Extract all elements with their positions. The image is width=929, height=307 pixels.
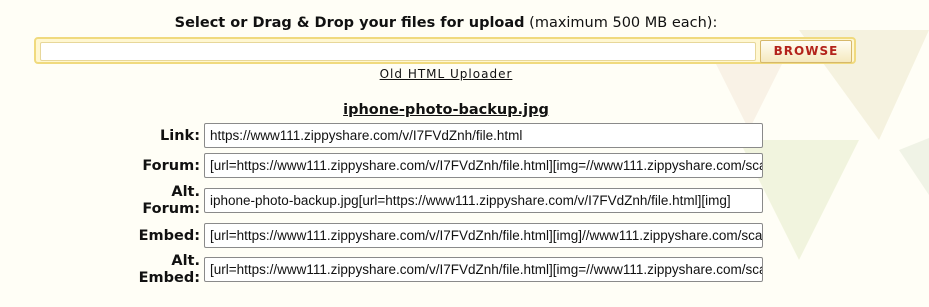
alt-forum-label: Alt. Forum:	[0, 184, 200, 218]
link-field[interactable]: https://www111.zippyshare.com/v/I7FVdZnh…	[204, 123, 763, 148]
upload-heading-bold: Select or Drag & Drop your files for upl…	[174, 15, 525, 31]
alt-embed-label: Alt. Embed:	[0, 253, 200, 287]
upload-heading-note: (maximum 500 MB each):	[524, 15, 718, 31]
alt-forum-label-line2: Forum:	[142, 201, 200, 217]
embed-label: Embed:	[138, 228, 200, 244]
embed-code-field[interactable]: [url=https://www111.zippyshare.com/v/I7F…	[204, 223, 763, 248]
upload-dropzone[interactable]: BROWSE	[34, 37, 856, 64]
forum-label: Forum:	[142, 158, 200, 174]
file-select-field[interactable]	[40, 42, 756, 61]
uploaded-file-name[interactable]: iphone-photo-backup.jpg	[0, 102, 892, 118]
browse-button[interactable]: BROWSE	[760, 40, 852, 63]
forum-code-field[interactable]: [url=https://www111.zippyshare.com/v/I7F…	[204, 153, 763, 178]
link-label: Link:	[160, 128, 200, 144]
old-html-uploader-link[interactable]: Old HTML Uploader	[0, 67, 892, 81]
alt-forum-label-line1: Alt.	[171, 184, 200, 200]
alt-embed-label-line2: Embed:	[138, 270, 200, 286]
upload-heading: Select or Drag & Drop your files for upl…	[0, 15, 892, 31]
alt-embed-code-field[interactable]: [url=https://www111.zippyshare.com/v/I7F…	[204, 257, 763, 282]
alt-embed-label-line1: Alt.	[171, 253, 200, 269]
alt-forum-code-field[interactable]: iphone-photo-backup.jpg[url=https://www1…	[204, 188, 763, 213]
